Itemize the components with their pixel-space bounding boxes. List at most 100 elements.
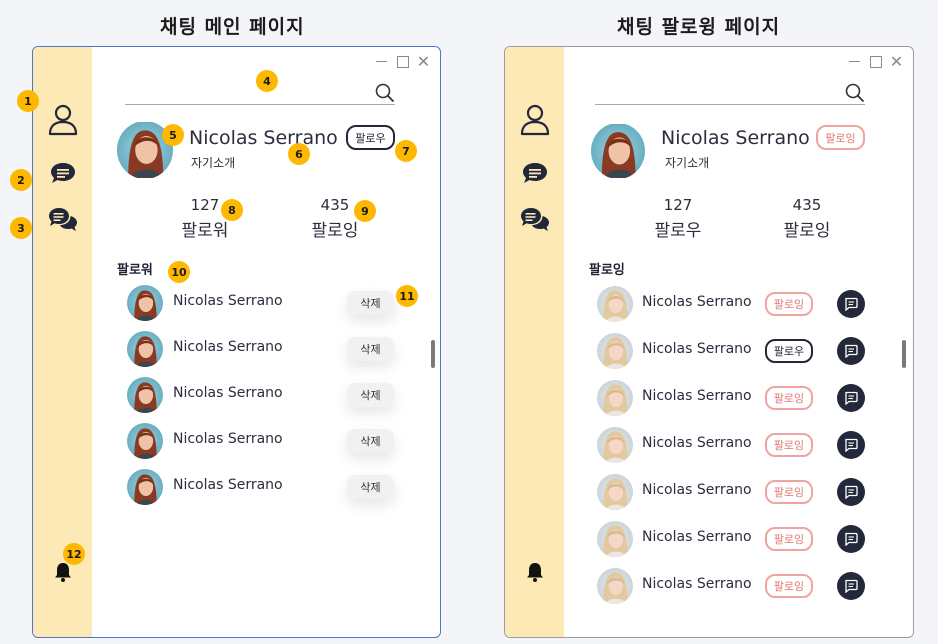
following-button[interactable]: 팔로잉: [765, 433, 813, 457]
avatar: [127, 423, 163, 459]
list-item[interactable]: Nicolas Serrano 팔로잉: [597, 472, 877, 512]
minimize-icon[interactable]: [375, 55, 388, 68]
message-icon: [845, 297, 858, 311]
list-item[interactable]: Nicolas Serrano 삭제: [127, 421, 407, 461]
annotation-badge: 7: [395, 140, 417, 162]
list-item[interactable]: Nicolas Serrano 삭제: [127, 283, 407, 323]
following-name: Nicolas Serrano: [642, 529, 752, 545]
close-icon[interactable]: ✕: [890, 54, 903, 70]
delete-button[interactable]: 삭제: [347, 337, 394, 361]
search-icon[interactable]: [845, 83, 865, 107]
search-input[interactable]: [595, 104, 865, 105]
follower-name: Nicolas Serrano: [173, 431, 283, 447]
follow-button[interactable]: 팔로우: [346, 125, 395, 150]
message-button[interactable]: [837, 337, 865, 365]
scrollbar[interactable]: [902, 340, 906, 368]
delete-button[interactable]: 삭제: [347, 291, 394, 315]
message-icon: [845, 485, 858, 499]
scrollbar[interactable]: [431, 340, 435, 368]
avatar: [591, 123, 645, 179]
window-controls: ✕: [375, 54, 430, 70]
profile-name: Nicolas Serrano: [189, 127, 338, 149]
following-label[interactable]: 팔로잉: [767, 216, 847, 241]
annotation-badge: 9: [354, 200, 376, 222]
message-button[interactable]: [837, 478, 865, 506]
delete-button[interactable]: 삭제: [347, 475, 394, 499]
chat-main-window: ✕ Nicolas Serrano 자기소개 팔로우 127 팔로워 435 팔…: [32, 46, 441, 638]
annotation-badge: 6: [288, 143, 310, 165]
list-item[interactable]: Nicolas Serrano 팔로잉: [597, 425, 877, 465]
followers-section-title: 팔로워: [117, 263, 153, 278]
message-button[interactable]: [837, 572, 865, 600]
follow-button[interactable]: 팔로우: [765, 339, 813, 363]
avatar: [597, 286, 633, 322]
group-chat-icon[interactable]: [48, 206, 78, 234]
profile-intro: 자기소개: [191, 156, 236, 170]
annotation-badge: 5: [162, 124, 184, 146]
avatar: [127, 285, 163, 321]
following-name: Nicolas Serrano: [642, 388, 752, 404]
annotation-badge: 2: [10, 169, 32, 191]
close-icon[interactable]: ✕: [417, 54, 430, 70]
following-button[interactable]: 팔로잉: [765, 527, 813, 551]
message-icon: [845, 579, 858, 593]
following-button[interactable]: 팔로잉: [765, 386, 813, 410]
follower-name: Nicolas Serrano: [173, 339, 283, 355]
chat-bubble-icon[interactable]: [521, 160, 549, 186]
delete-button[interactable]: 삭제: [347, 429, 394, 453]
search-input[interactable]: [125, 104, 395, 105]
avatar: [127, 469, 163, 505]
follower-name: Nicolas Serrano: [173, 477, 283, 493]
followers-label[interactable]: 팔로우: [638, 216, 718, 241]
person-icon[interactable]: [519, 104, 551, 136]
window-controls: ✕: [848, 54, 903, 70]
following-button[interactable]: 팔로잉: [765, 480, 813, 504]
follower-name: Nicolas Serrano: [173, 385, 283, 401]
message-button[interactable]: [837, 431, 865, 459]
message-icon: [845, 391, 858, 405]
message-button[interactable]: [837, 290, 865, 318]
maximize-icon[interactable]: [396, 55, 409, 68]
delete-button[interactable]: 삭제: [347, 383, 394, 407]
annotation-badge: 10: [168, 261, 190, 283]
avatar: [597, 474, 633, 510]
minimize-icon[interactable]: [848, 55, 861, 68]
following-button[interactable]: 팔로잉: [765, 574, 813, 598]
search-icon[interactable]: [375, 83, 395, 107]
annotation-badge: 11: [396, 285, 418, 307]
bell-icon[interactable]: [525, 561, 545, 583]
message-icon: [845, 532, 858, 546]
following-button[interactable]: 팔로잉: [816, 125, 865, 150]
avatar: [597, 568, 633, 604]
avatar: [597, 427, 633, 463]
avatar: [127, 331, 163, 367]
list-item[interactable]: Nicolas Serrano 삭제: [127, 329, 407, 369]
chat-bubble-icon[interactable]: [49, 160, 77, 186]
message-icon: [845, 438, 858, 452]
message-button[interactable]: [837, 384, 865, 412]
profile-intro: 자기소개: [665, 156, 710, 170]
following-name: Nicolas Serrano: [642, 341, 752, 357]
list-item[interactable]: Nicolas Serrano 팔로잉: [597, 519, 877, 559]
person-icon[interactable]: [47, 104, 79, 136]
annotation-badge: 3: [10, 217, 32, 239]
list-item[interactable]: Nicolas Serrano 팔로잉: [597, 284, 877, 324]
list-item[interactable]: Nicolas Serrano 팔로우: [597, 331, 877, 371]
list-item[interactable]: Nicolas Serrano 삭제: [127, 467, 407, 507]
following-name: Nicolas Serrano: [642, 482, 752, 498]
list-item[interactable]: Nicolas Serrano 팔로잉: [597, 566, 877, 606]
following-button[interactable]: 팔로잉: [765, 292, 813, 316]
follower-name: Nicolas Serrano: [173, 293, 283, 309]
maximize-icon[interactable]: [869, 55, 882, 68]
avatar: [597, 333, 633, 369]
annotation-badge: 8: [221, 199, 243, 221]
message-button[interactable]: [837, 525, 865, 553]
list-item[interactable]: Nicolas Serrano 팔로잉: [597, 378, 877, 418]
profile-name: Nicolas Serrano: [661, 127, 810, 149]
group-chat-icon[interactable]: [520, 206, 550, 234]
following-name: Nicolas Serrano: [642, 294, 752, 310]
page-title-following: 채팅 팔로윙 페이지: [617, 16, 781, 38]
list-item[interactable]: Nicolas Serrano 삭제: [127, 375, 407, 415]
annotation-badge: 4: [256, 70, 278, 92]
chat-following-window: ✕ Nicolas Serrano 자기소개 팔로잉 127 팔로우 435 팔…: [504, 46, 914, 638]
